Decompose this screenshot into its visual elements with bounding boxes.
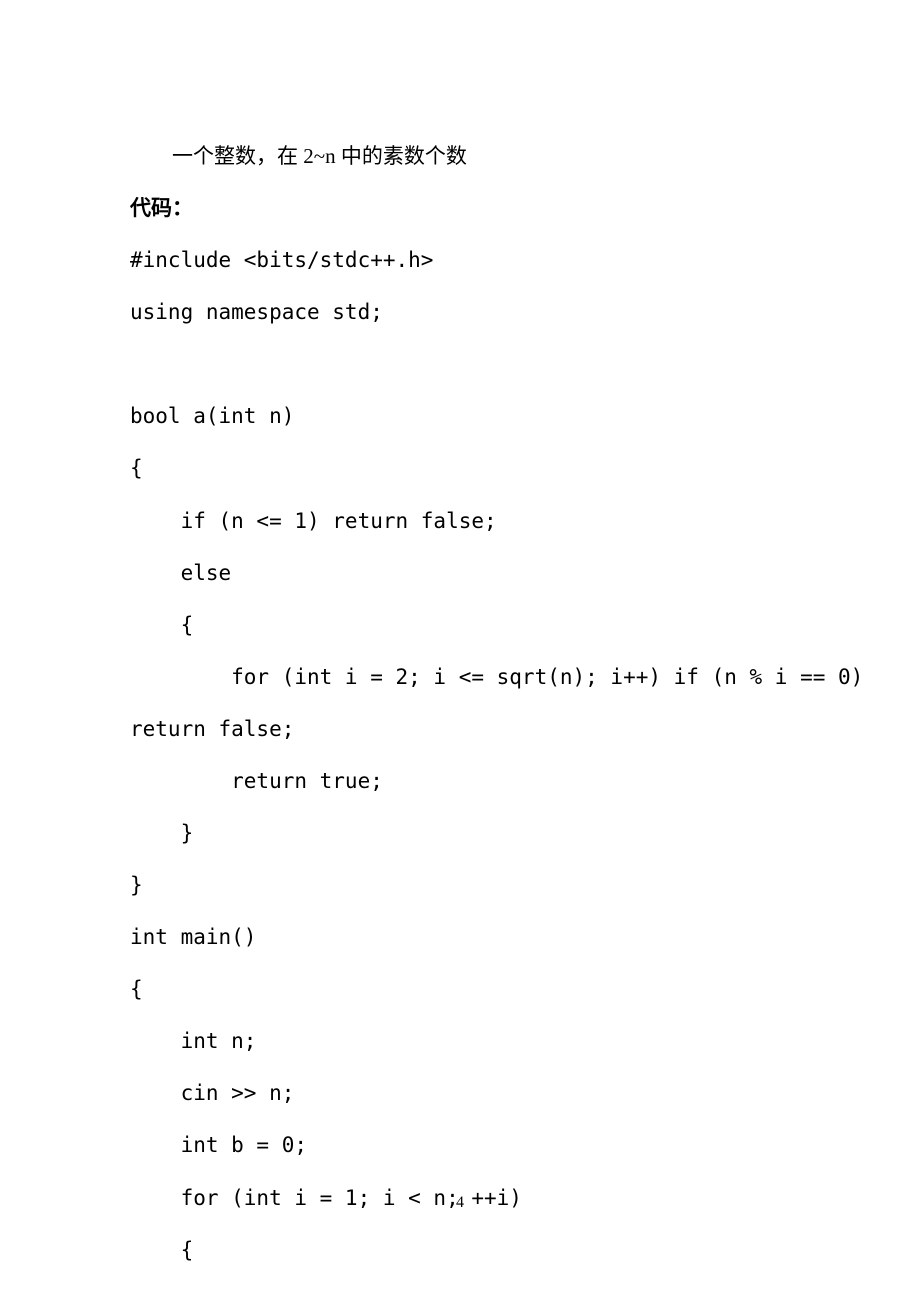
code-blank-line — [130, 338, 790, 390]
code-for-loop-part1: for (int i = 2; i <= sqrt(n); i++) if (n… — [130, 651, 790, 703]
code-return-true: return true; — [130, 755, 790, 807]
code-else-open-brace: { — [130, 599, 790, 651]
code-int-b: int b = 0; — [130, 1119, 790, 1171]
code-if-check: if (n <= 1) return false; — [130, 495, 790, 547]
output-description: 一个整数，在 2~n 中的素数个数 — [130, 130, 790, 182]
code-for-loop-part2: return false; — [130, 703, 790, 755]
code-open-brace: { — [130, 442, 790, 494]
code-int-n: int n; — [130, 1015, 790, 1067]
code-include: #include <bits/stdc++.h> — [130, 234, 790, 286]
code-using-namespace: using namespace std; — [130, 286, 790, 338]
code-else-close-brace: } — [130, 807, 790, 859]
code-main-signature: int main() — [130, 911, 790, 963]
code-main-open-brace: { — [130, 963, 790, 1015]
code-else: else — [130, 547, 790, 599]
page-number: 4 — [0, 1194, 920, 1212]
document-page: 一个整数，在 2~n 中的素数个数 代码： #include <bits/std… — [0, 0, 920, 1276]
code-heading: 代码： — [130, 182, 790, 234]
code-cin-n: cin >> n; — [130, 1067, 790, 1119]
code-function-signature: bool a(int n) — [130, 390, 790, 442]
code-function-close-brace: } — [130, 859, 790, 911]
code-for-open-brace: { — [130, 1224, 790, 1276]
